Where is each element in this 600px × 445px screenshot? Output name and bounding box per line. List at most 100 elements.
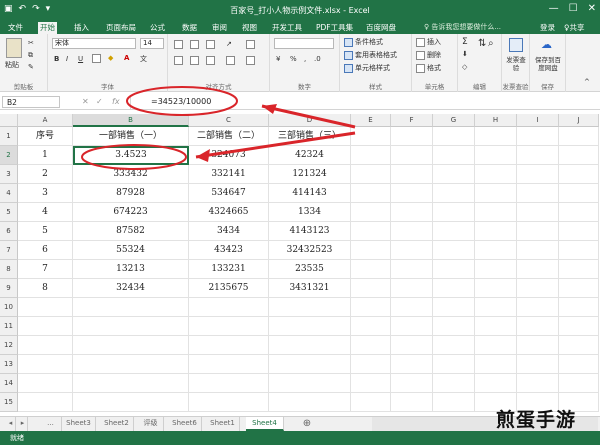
sheet-tab-sheet3[interactable]: Sheet3	[62, 417, 96, 431]
empty-cell[interactable]	[269, 336, 351, 355]
empty-cell[interactable]	[391, 241, 433, 260]
empty-cell[interactable]	[391, 393, 433, 412]
empty-cell[interactable]	[475, 146, 517, 165]
percent-button[interactable]: %	[290, 55, 297, 63]
borders-icon[interactable]	[92, 54, 103, 63]
empty-cell[interactable]	[391, 374, 433, 393]
tab-formulas[interactable]: 公式	[148, 22, 167, 34]
empty-cell[interactable]	[517, 203, 559, 222]
active-cell[interactable]: 3.4523	[73, 146, 189, 165]
empty-cell[interactable]	[351, 222, 391, 241]
empty-cell[interactable]	[517, 355, 559, 374]
data-cell[interactable]: 4324665	[189, 203, 269, 222]
cut-icon[interactable]: ✂	[28, 39, 34, 47]
empty-cell[interactable]	[475, 165, 517, 184]
row-header-4[interactable]: 4	[0, 184, 18, 203]
data-cell[interactable]: 332141	[189, 165, 269, 184]
data-cell[interactable]: 324073	[189, 146, 269, 165]
data-cell[interactable]: 32434	[73, 279, 189, 298]
empty-cell[interactable]	[351, 317, 391, 336]
data-cell[interactable]: 55324	[73, 241, 189, 260]
close-button[interactable]: ✕	[588, 3, 596, 14]
tab-developer[interactable]: 开发工具	[270, 22, 304, 34]
autosum-icon[interactable]: Σ	[462, 37, 468, 47]
column-header-i[interactable]: I	[517, 114, 559, 127]
empty-cell[interactable]	[18, 393, 73, 412]
row-header-6[interactable]: 6	[0, 222, 18, 241]
empty-cell[interactable]	[433, 146, 475, 165]
data-cell[interactable]: 6	[18, 241, 73, 260]
empty-cell[interactable]	[433, 393, 475, 412]
align-right-icon[interactable]	[206, 56, 217, 65]
data-cell[interactable]: 414143	[269, 184, 351, 203]
delete-cells-button[interactable]: 删除	[416, 50, 441, 60]
empty-cell[interactable]	[189, 336, 269, 355]
align-center-icon[interactable]	[190, 56, 201, 65]
empty-cell[interactable]	[433, 355, 475, 374]
currency-icon[interactable]: ¥	[276, 55, 280, 63]
empty-cell[interactable]	[391, 184, 433, 203]
empty-cell[interactable]	[517, 279, 559, 298]
empty-cell[interactable]	[269, 374, 351, 393]
empty-cell[interactable]	[559, 203, 599, 222]
empty-cell[interactable]	[433, 241, 475, 260]
empty-cell[interactable]	[475, 279, 517, 298]
row-header-3[interactable]: 3	[0, 165, 18, 184]
tab-data[interactable]: 数据	[180, 22, 199, 34]
data-cell[interactable]: 333432	[73, 165, 189, 184]
empty-cell[interactable]	[517, 317, 559, 336]
empty-cell[interactable]	[559, 336, 599, 355]
cancel-icon[interactable]: ✕	[82, 97, 89, 106]
tab-file[interactable]: 文件	[6, 22, 25, 34]
empty-cell[interactable]	[351, 393, 391, 412]
empty-cell[interactable]	[351, 298, 391, 317]
row-header-7[interactable]: 7	[0, 241, 18, 260]
minimize-button[interactable]: —	[549, 3, 559, 14]
empty-cell[interactable]	[559, 241, 599, 260]
column-header-b[interactable]: B	[73, 114, 189, 127]
row-header-10[interactable]: 10	[0, 298, 18, 317]
empty-cell[interactable]	[351, 241, 391, 260]
select-all-corner[interactable]	[0, 114, 18, 127]
column-header-e[interactable]: E	[351, 114, 391, 127]
tab-pdf[interactable]: PDF工具集	[314, 22, 355, 34]
tab-view[interactable]: 视图	[240, 22, 259, 34]
tab-review[interactable]: 审阅	[210, 22, 229, 34]
empty-cell[interactable]	[517, 146, 559, 165]
indent-icon[interactable]	[226, 56, 237, 65]
data-cell[interactable]: 43423	[189, 241, 269, 260]
empty-cell[interactable]	[559, 222, 599, 241]
bold-button[interactable]: B	[54, 55, 59, 63]
data-cell[interactable]: 3434	[189, 222, 269, 241]
phonetic-icon[interactable]: 文	[140, 54, 147, 64]
sheet-tab-sheet4[interactable]: Sheet4	[246, 417, 284, 431]
font-color-icon[interactable]: A	[124, 54, 129, 62]
data-cell[interactable]: 87582	[73, 222, 189, 241]
empty-cell[interactable]	[475, 374, 517, 393]
empty-cell[interactable]	[475, 317, 517, 336]
format-as-table-button[interactable]: 套用表格格式	[344, 50, 397, 60]
fill-icon[interactable]: ⬇	[462, 50, 468, 58]
number-format-select[interactable]	[274, 38, 334, 49]
empty-cell[interactable]	[391, 298, 433, 317]
data-cell[interactable]: 23535	[269, 260, 351, 279]
empty-cell[interactable]	[391, 165, 433, 184]
empty-cell[interactable]	[559, 317, 599, 336]
sort-filter-icon[interactable]: ⇅	[478, 38, 486, 49]
empty-cell[interactable]	[351, 355, 391, 374]
share-button[interactable]: ♀共享	[564, 22, 585, 33]
data-cell[interactable]: 8	[18, 279, 73, 298]
empty-cell[interactable]	[18, 298, 73, 317]
clear-icon[interactable]: ◇	[462, 63, 467, 71]
empty-cell[interactable]	[433, 203, 475, 222]
empty-cell[interactable]	[269, 393, 351, 412]
copy-icon[interactable]: ⧉	[28, 51, 33, 60]
empty-cell[interactable]	[73, 336, 189, 355]
column-header-h[interactable]: H	[475, 114, 517, 127]
find-select-icon[interactable]: ⌕	[488, 38, 494, 49]
empty-cell[interactable]	[517, 184, 559, 203]
empty-cell[interactable]	[517, 127, 559, 146]
empty-cell[interactable]	[73, 393, 189, 412]
empty-cell[interactable]	[433, 336, 475, 355]
row-header-13[interactable]: 13	[0, 355, 18, 374]
